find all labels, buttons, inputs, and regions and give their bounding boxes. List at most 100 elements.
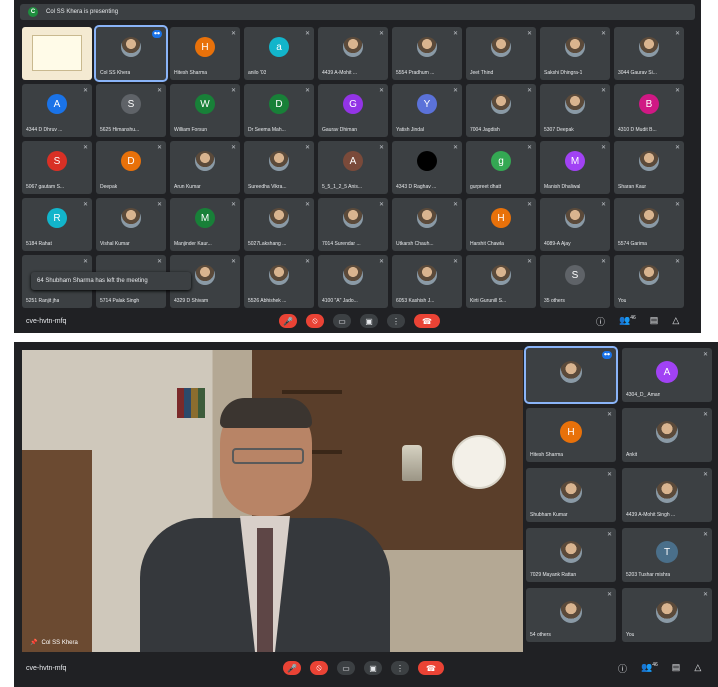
participant-tile[interactable]: ✕ Kirti Gurunill S... xyxy=(466,255,536,308)
left-meeting-toast: 64 Shubham Sharma has left the meeting xyxy=(31,272,191,290)
avatar-initial: W xyxy=(195,94,215,114)
activities-icon[interactable]: △ xyxy=(672,315,679,328)
participant-tile[interactable]: A ✕ 5_5_1_2_5 Anis... xyxy=(318,141,388,194)
mic-muted-icon: ✕ xyxy=(702,412,708,418)
participant-tile[interactable]: A ✕ 4304_D_ Aman xyxy=(622,348,712,402)
end-call-button[interactable]: ☎ xyxy=(418,661,444,675)
participant-tile[interactable]: ✕ 6053 Kashish J... xyxy=(392,255,462,308)
participant-tile[interactable]: G ✕ Gaurav Dhiman xyxy=(318,84,388,137)
participant-tile[interactable]: ✕ Ankit xyxy=(622,408,712,462)
participant-tile[interactable]: W ✕ William Forsun xyxy=(170,84,240,137)
participant-tile[interactable]: ✕ 4439 A-Mohit Singh ... xyxy=(622,468,712,522)
participant-tile[interactable]: ✕ Sakshi Dhingra-1 xyxy=(540,27,610,80)
participant-tile[interactable]: ✕ 7029 Mayank Rattan xyxy=(526,528,616,582)
participant-tile[interactable]: ✕ 5574 Garima xyxy=(614,198,684,251)
participant-tile[interactable]: ✕ Shubham Kumar xyxy=(526,468,616,522)
mic-muted-icon: ✕ xyxy=(600,259,606,265)
mic-muted-icon: ✕ xyxy=(526,145,532,151)
gallery-view-screenshot: C Col SS Khera is presenting ⦁⦁ Col SS Kh… xyxy=(14,0,701,333)
mic-off-button[interactable]: 🎤 xyxy=(279,314,297,328)
participant-tile[interactable]: ✕ Utkarsh Chauh... xyxy=(392,198,462,251)
participant-tile[interactable]: D ✕ Dr Seema Mah... xyxy=(244,84,314,137)
participant-name: 4439 A-Mohit Singh ... xyxy=(626,512,676,518)
participant-tile[interactable]: ✕ 54 others xyxy=(526,588,616,642)
mic-muted-icon: ✕ xyxy=(304,202,310,208)
end-call-button[interactable]: ☎ xyxy=(414,314,440,328)
participant-tile[interactable]: a ✕ anilo '03 xyxy=(244,27,314,80)
participant-tile[interactable]: ⦁⦁ xyxy=(524,346,618,404)
participant-tile[interactable]: ✕ 5526 Abhishek ... xyxy=(244,255,314,308)
activities-icon[interactable]: △ xyxy=(694,662,701,675)
participant-tile[interactable]: ✕ You xyxy=(614,255,684,308)
participant-tile[interactable]: ✕ Jeet Thind xyxy=(466,27,536,80)
captions-button[interactable]: ▭ xyxy=(337,661,355,675)
participant-tile[interactable]: ✕ Vishal Kumar xyxy=(96,198,166,251)
participant-tile[interactable]: ✕ 5027Lakshang ... xyxy=(244,198,314,251)
participant-tile[interactable]: ✕ 7004 Jagdish xyxy=(466,84,536,137)
mic-muted-icon: ✕ xyxy=(230,202,236,208)
present-button[interactable]: ▣ xyxy=(364,661,382,675)
chat-icon[interactable]: ▤ xyxy=(672,662,681,675)
people-icon[interactable]: 👥46 xyxy=(641,662,658,675)
participant-tile[interactable]: ✕ Sharan Kaur xyxy=(614,141,684,194)
participant-tile[interactable]: ⦁⦁ Col SS Khera xyxy=(94,25,168,82)
participant-tile[interactable]: ✕ 5554 Pradhum ... xyxy=(392,27,462,80)
people-icon[interactable]: 👥46 xyxy=(619,315,636,328)
participant-tile[interactable]: B ✕ 4310 D Mudit B... xyxy=(614,84,684,137)
participant-tile[interactable]: ✕ 7014 Surendar ... xyxy=(318,198,388,251)
participant-tile[interactable]: ✕ You xyxy=(622,588,712,642)
participant-name: 4439 A-Mohit ... xyxy=(322,70,358,76)
participant-tile[interactable]: H ✕ Harshit Chawla xyxy=(466,198,536,251)
avatar xyxy=(639,151,659,171)
participant-tile[interactable]: M ✕ Manish Dhaliwal xyxy=(540,141,610,194)
info-icon[interactable]: ⓘ xyxy=(596,315,605,328)
participant-tile[interactable]: Y ✕ Yatish Jindal xyxy=(392,84,462,137)
participant-tile[interactable]: H ✕ Hitesh Sharma xyxy=(526,408,616,462)
more-options-button[interactable]: ⋮ xyxy=(391,661,409,675)
captions-button[interactable]: ▭ xyxy=(333,314,351,328)
participant-tile[interactable]: ✕ 5307 Deepak xyxy=(540,84,610,137)
avatar xyxy=(195,265,215,285)
participant-tile[interactable]: S ✕ 5067 gautam S... xyxy=(22,141,92,194)
participant-tile[interactable]: D ✕ Deepak xyxy=(96,141,166,194)
participant-tile[interactable]: ✕ 4343 D Raghav ... xyxy=(392,141,462,194)
info-icon[interactable]: ⓘ xyxy=(618,662,627,675)
participant-tile[interactable]: ✕ 4100 "A" Jado... xyxy=(318,255,388,308)
avatar xyxy=(343,37,363,57)
participant-tile[interactable]: A ✕ 4344 D Dhruv ... xyxy=(22,84,92,137)
participant-tile[interactable]: ✕ 4089-A Ajay xyxy=(540,198,610,251)
presenter-person xyxy=(140,398,390,652)
chat-icon[interactable]: ▤ xyxy=(650,315,659,328)
mic-muted-icon: ✕ xyxy=(230,88,236,94)
participant-tile[interactable]: ✕ 3044 Gaurav Si... xyxy=(614,27,684,80)
participant-tile[interactable]: T ✕ 5203 Tushar mishra xyxy=(622,528,712,582)
participant-tile[interactable]: M ✕ Manjinder Kaur... xyxy=(170,198,240,251)
participant-tile[interactable]: R ✕ 5184 Rahat xyxy=(22,198,92,251)
mic-off-button[interactable]: 🎤 xyxy=(283,661,301,675)
mic-muted-icon: ✕ xyxy=(230,31,236,37)
presenting-text: Col SS Khera is presenting xyxy=(46,9,119,15)
avatar xyxy=(639,265,659,285)
camera-off-button[interactable]: ⦸ xyxy=(310,661,328,675)
mic-muted-icon: ✕ xyxy=(230,259,236,265)
participant-tile[interactable]: S ✕ 35 others xyxy=(540,255,610,308)
mic-muted-icon: ✕ xyxy=(674,145,680,151)
avatar-initial: D xyxy=(269,94,289,114)
camera-off-button[interactable]: ⦸ xyxy=(306,314,324,328)
participant-name: Arun Kumar xyxy=(174,184,201,190)
participant-name: anilo '03 xyxy=(248,70,267,76)
participant-tile[interactable]: g ✕ gurpreet dhatt xyxy=(466,141,536,194)
avatar-initial: R xyxy=(47,208,67,228)
participant-tile[interactable]: ✕ Arun Kumar xyxy=(170,141,240,194)
avatar xyxy=(656,421,678,443)
participant-name: 5251 Ranjit jha xyxy=(26,298,60,304)
participant-tile[interactable] xyxy=(22,27,92,80)
more-options-button[interactable]: ⋮ xyxy=(387,314,405,328)
participant-tile[interactable]: H ✕ Hitesh Sharma xyxy=(170,27,240,80)
presenting-banner[interactable]: C Col SS Khera is presenting xyxy=(20,4,695,20)
participant-tile[interactable]: ✕ Sureedha Vikra... xyxy=(244,141,314,194)
participant-tile[interactable]: ✕ 4439 A-Mohit ... xyxy=(318,27,388,80)
participant-tile[interactable]: S ✕ 5625 Himanshu... xyxy=(96,84,166,137)
present-button[interactable]: ▣ xyxy=(360,314,378,328)
mic-muted-icon: ✕ xyxy=(702,592,708,598)
